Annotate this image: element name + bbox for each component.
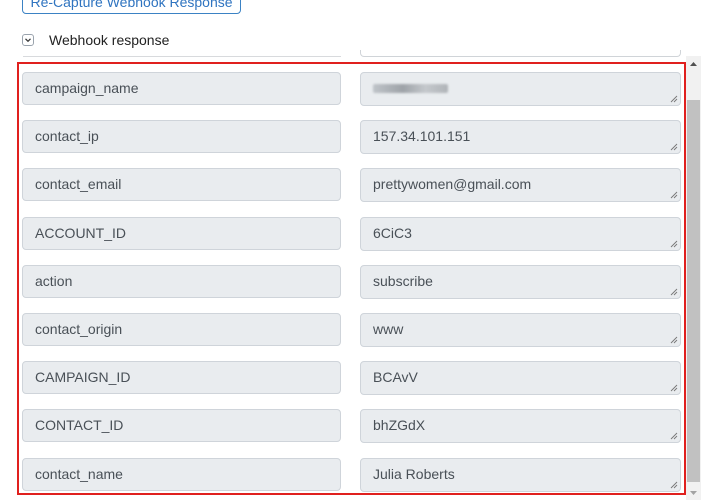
field-key-input[interactable]: action xyxy=(22,265,341,298)
field-key-input[interactable]: CONTACT_ID xyxy=(22,409,341,442)
divider xyxy=(23,56,341,57)
field-value-textarea[interactable]: bhZGdX xyxy=(360,409,681,443)
field-row: action subscribe xyxy=(0,265,700,299)
field-value-textarea[interactable]: www xyxy=(360,313,681,347)
field-value-text: prettywomen@gmail.com xyxy=(373,176,532,192)
field-value-textarea[interactable]: subscribe xyxy=(360,265,681,299)
field-row: contact_origin www xyxy=(0,313,700,347)
field-key-input[interactable]: contact_ip xyxy=(22,120,341,153)
webhook-response-toggle[interactable]: Webhook response xyxy=(22,31,169,49)
field-value-textarea[interactable]: prettywomen@gmail.com xyxy=(360,168,681,202)
previous-value-field-edge xyxy=(360,50,681,57)
chevron-down-icon[interactable] xyxy=(22,34,34,46)
field-value-textarea[interactable]: Julia Roberts xyxy=(360,458,681,492)
field-row: CAMPAIGN_ID BCAvV xyxy=(0,361,700,395)
field-key-input[interactable]: contact_origin xyxy=(22,313,341,346)
field-key-input[interactable]: ACCOUNT_ID xyxy=(22,217,341,250)
field-value-text: 6CiC3 xyxy=(373,225,412,241)
resize-grip-icon[interactable] xyxy=(670,288,678,296)
field-key-input[interactable]: campaign_name xyxy=(22,72,341,105)
field-row: campaign_name xyxy=(0,72,700,106)
field-key-input[interactable]: contact_name xyxy=(22,458,341,491)
scroll-up-arrow-icon[interactable] xyxy=(686,56,701,71)
field-value-text: BCAvV xyxy=(373,369,418,385)
recapture-webhook-button[interactable]: Re-Capture Webhook Response xyxy=(22,0,241,14)
resize-grip-icon[interactable] xyxy=(670,143,678,151)
redacted-value xyxy=(373,84,448,93)
field-key-input[interactable]: CAMPAIGN_ID xyxy=(22,361,341,394)
field-value-textarea[interactable]: 157.34.101.151 xyxy=(360,120,681,154)
field-key-input[interactable]: contact_email xyxy=(22,168,341,201)
resize-grip-icon[interactable] xyxy=(670,336,678,344)
field-row: contact_ip 157.34.101.151 xyxy=(0,120,700,154)
field-row: contact_name Julia Roberts xyxy=(0,458,700,492)
field-value-textarea[interactable]: BCAvV xyxy=(360,361,681,395)
field-value-text: subscribe xyxy=(373,273,433,289)
webhook-response-label: Webhook response xyxy=(49,32,170,48)
field-value-text: 157.34.101.151 xyxy=(373,128,471,144)
field-row: ACCOUNT_ID 6CiC3 xyxy=(0,217,700,251)
field-value-text: Julia Roberts xyxy=(373,466,455,482)
resize-grip-icon[interactable] xyxy=(670,95,678,103)
resize-grip-icon[interactable] xyxy=(670,432,678,440)
field-value-textarea[interactable] xyxy=(360,72,681,106)
resize-grip-icon[interactable] xyxy=(670,481,678,489)
field-value-text: www xyxy=(373,321,404,337)
resize-grip-icon[interactable] xyxy=(670,384,678,392)
field-row: CONTACT_ID bhZGdX xyxy=(0,409,700,443)
resize-grip-icon[interactable] xyxy=(670,240,678,248)
scrollbar-thumb[interactable] xyxy=(687,100,700,482)
resize-grip-icon[interactable] xyxy=(670,191,678,199)
scroll-down-arrow-icon[interactable] xyxy=(686,485,701,500)
field-value-textarea[interactable]: 6CiC3 xyxy=(360,217,681,251)
field-value-text: bhZGdX xyxy=(373,417,426,433)
scrollbar[interactable] xyxy=(686,56,701,500)
field-row: contact_email prettywomen@gmail.com xyxy=(0,168,700,202)
